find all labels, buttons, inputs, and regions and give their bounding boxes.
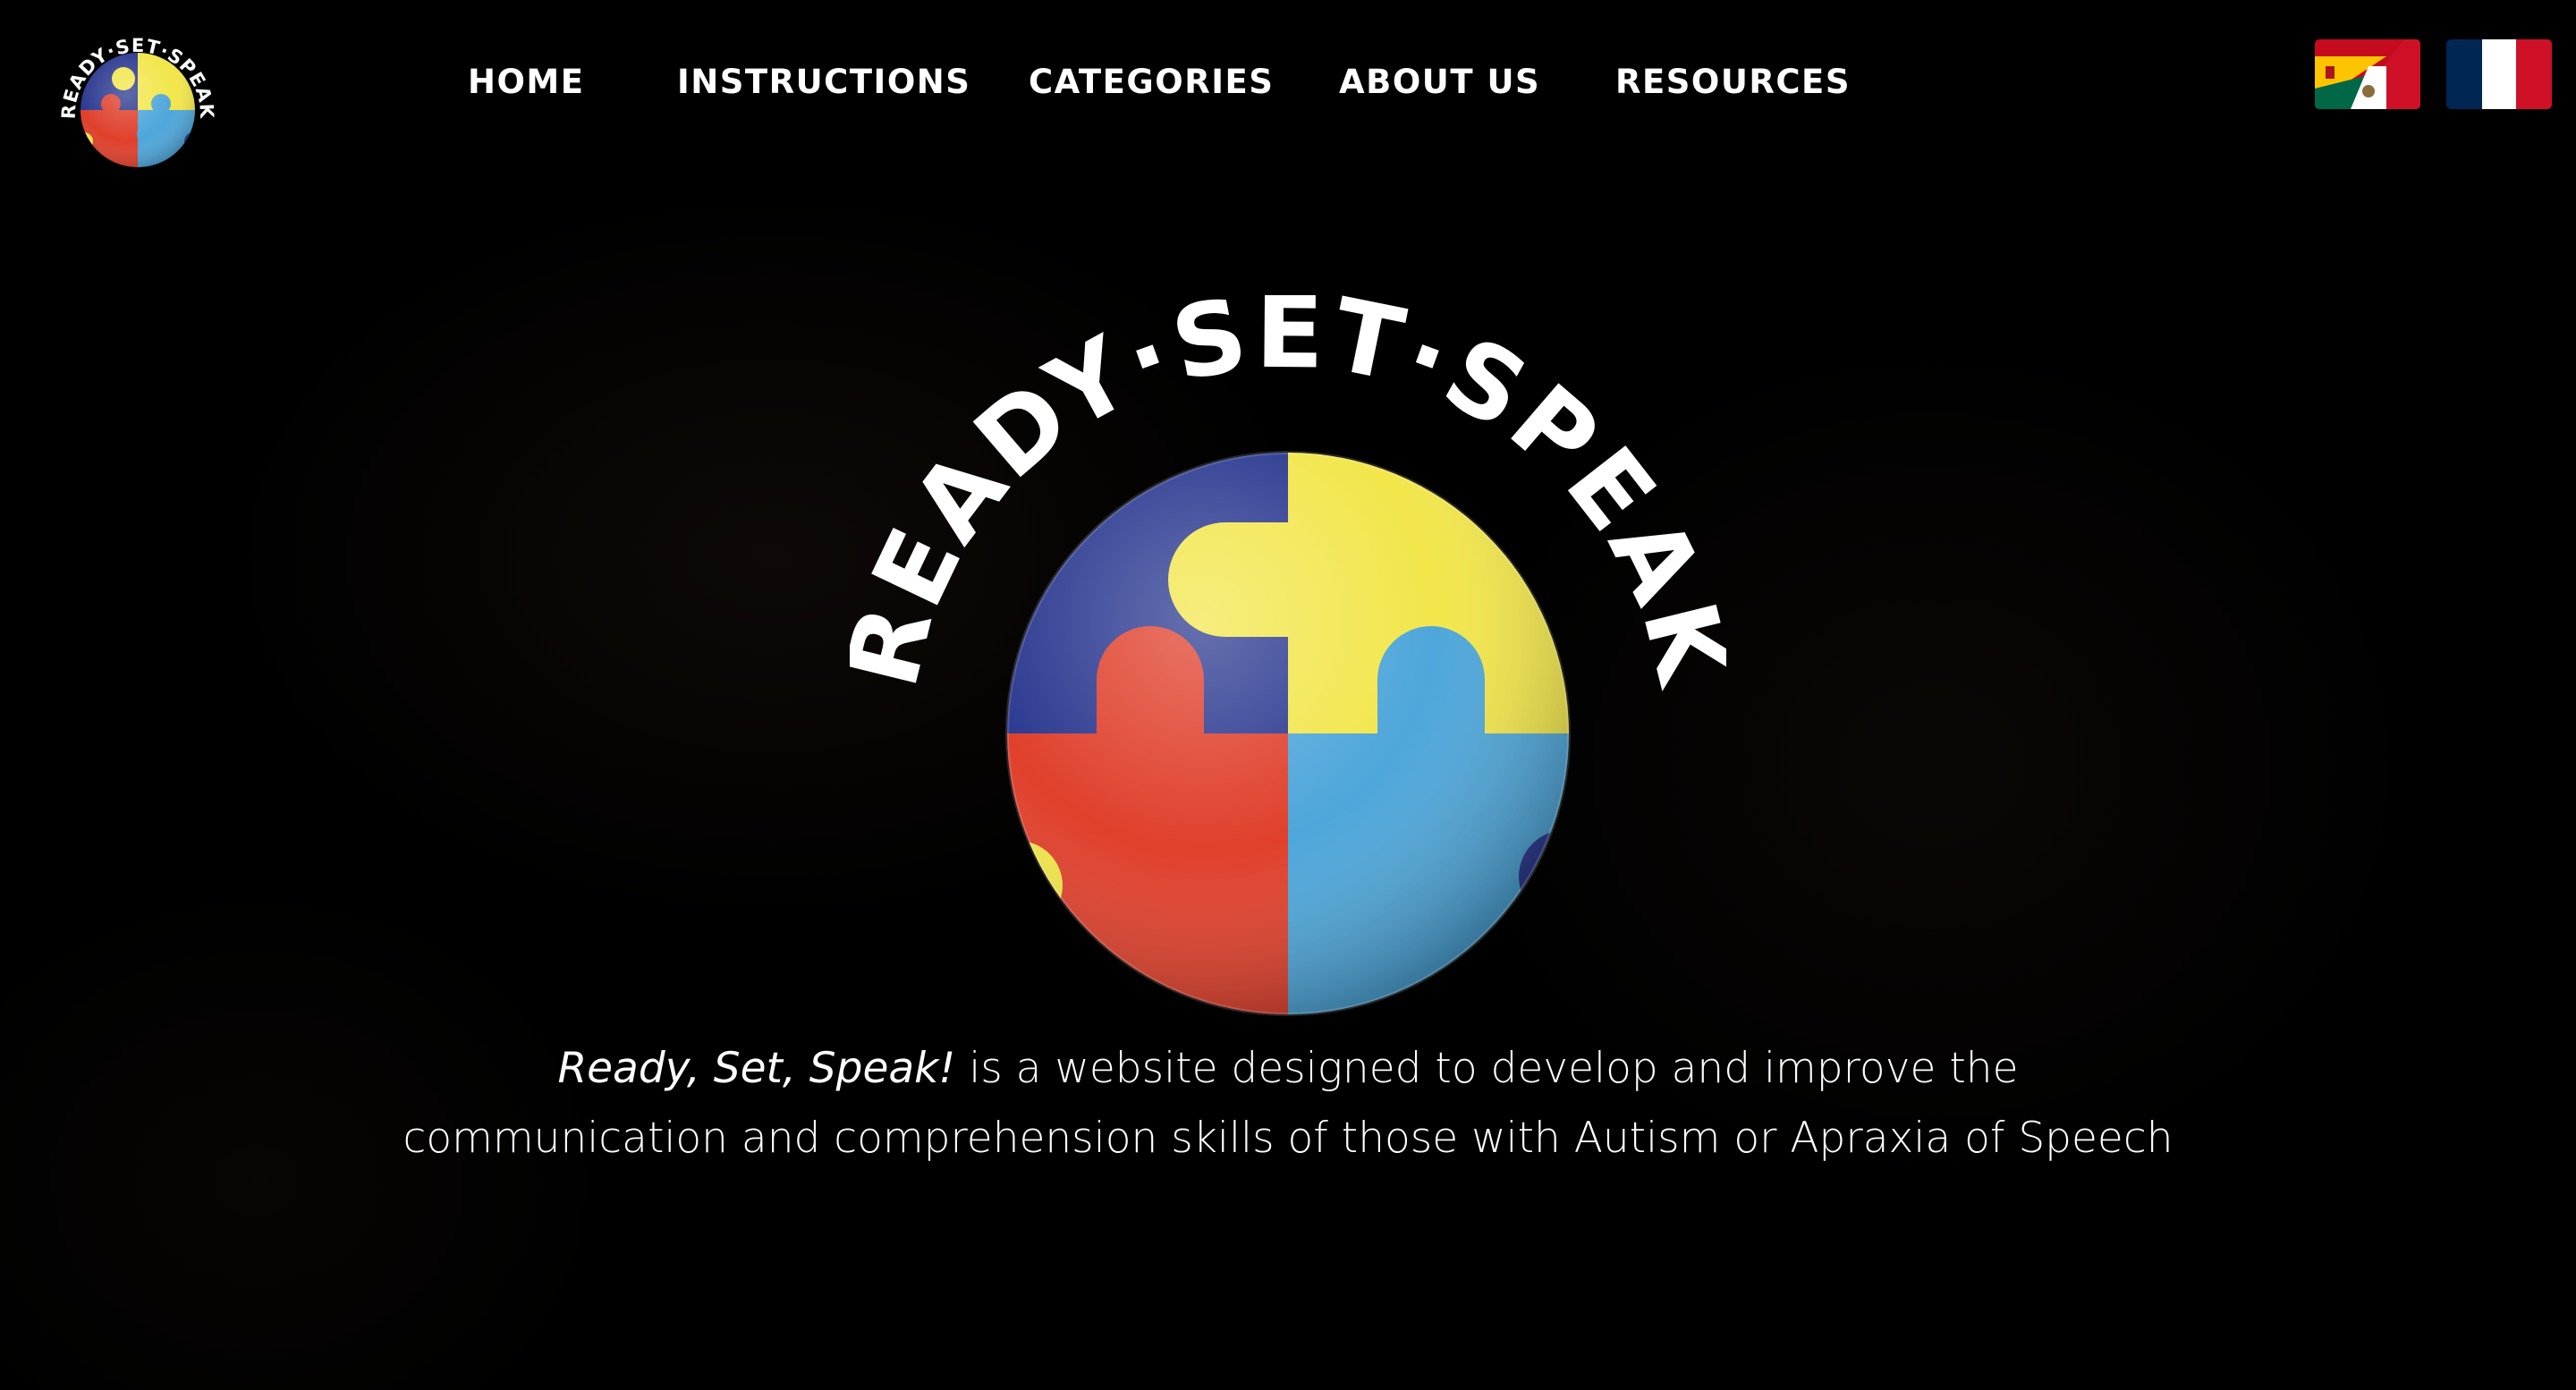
hero-logo: READY·SET·SPEAK (850, 295, 1726, 1016)
nav-about-us-link[interactable]: ABOUT US (1339, 63, 1540, 101)
nav-categories-link[interactable]: CATEGORIES (1029, 63, 1274, 101)
spain-mexico-flag-icon[interactable] (2315, 39, 2420, 109)
hero-tagline-line-2: communication and comprehension skills o… (402, 1114, 2174, 1163)
france-flag-icon[interactable] (2446, 39, 2552, 109)
nav-resources-link[interactable]: RESOURCES (1615, 63, 1851, 101)
nav-instructions-link[interactable]: INSTRUCTIONS (677, 63, 970, 101)
site-header: READY·SET·SPEAK HOME INSTRUCTIONS CATEGO… (0, 0, 2576, 179)
site-name-italic: Ready, Set, Speak! (557, 1044, 956, 1093)
hero-tagline-line-1: Ready, Set, Speak! is a website designed… (304, 1034, 2272, 1104)
tagline-text: is a website designed to develop and imp… (955, 1044, 2019, 1093)
nav-home-link[interactable]: HOME (468, 63, 585, 101)
site-logo[interactable]: READY·SET·SPEAK (48, 16, 227, 177)
